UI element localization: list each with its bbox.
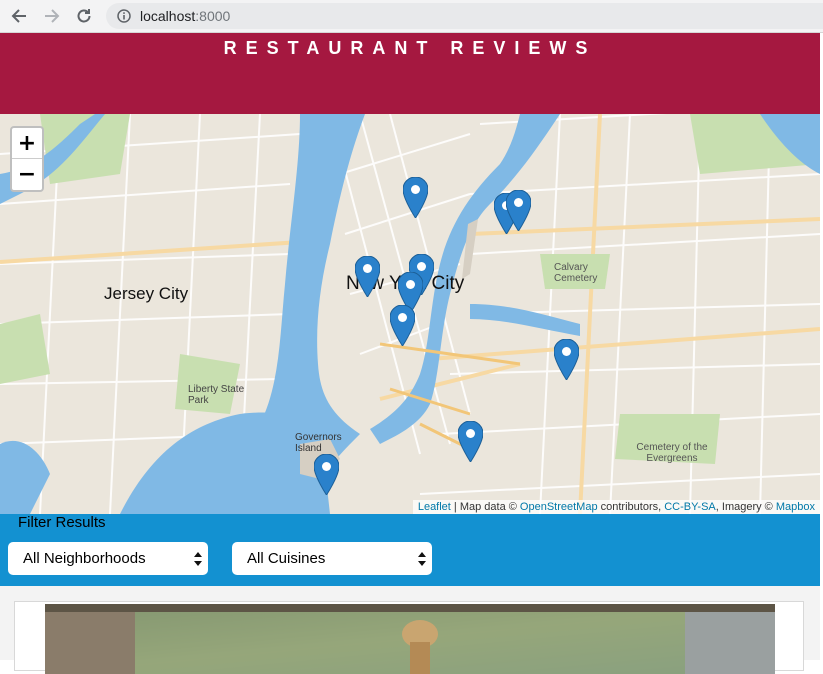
filter-panel: Filter Results All Neighborhoods All Cui…	[0, 514, 820, 586]
leaflet-link[interactable]: Leaflet	[418, 501, 451, 513]
map-container[interactable]: Jersey City New York City Calvary Cemete…	[0, 114, 820, 514]
label-evergreens: Cemetery of the Evergreens	[636, 442, 708, 464]
forward-arrow-icon[interactable]	[41, 5, 63, 27]
label-jersey-city: Jersey City	[104, 284, 189, 303]
map-marker[interactable]	[403, 177, 428, 218]
cuisines-select[interactable]: All Cuisines	[232, 542, 432, 575]
neighborhoods-select[interactable]: All Neighborhoods	[8, 542, 208, 575]
site-title[interactable]: RESTAURANT REVIEWS	[0, 38, 820, 59]
address-bar[interactable]: localhost:8000	[106, 3, 823, 29]
map-marker[interactable]	[355, 256, 380, 297]
map-marker[interactable]	[554, 339, 579, 380]
browser-toolbar: localhost:8000	[0, 0, 823, 33]
zoom-out-button[interactable]: −	[12, 159, 42, 189]
cc-by-sa-link[interactable]: CC-BY-SA	[664, 501, 716, 513]
reload-icon[interactable]	[73, 5, 95, 27]
mapbox-link[interactable]: Mapbox	[776, 501, 815, 513]
back-arrow-icon[interactable]	[8, 5, 30, 27]
select-arrows-icon	[418, 552, 426, 566]
map-marker[interactable]	[506, 190, 531, 231]
restaurant-card[interactable]	[14, 601, 804, 674]
label-governors-island: Governors Island	[295, 432, 342, 454]
site-header: RESTAURANT REVIEWS	[0, 33, 820, 114]
zoom-in-button[interactable]: +	[12, 128, 42, 159]
filter-title: Filter Results	[18, 514, 106, 531]
cuisines-select-value: All Cuisines	[247, 550, 326, 567]
restaurant-image	[45, 604, 775, 674]
label-calvary-cemetery: Calvary Cemetery	[554, 262, 598, 284]
neighborhoods-select-value: All Neighborhoods	[23, 550, 146, 567]
url-text: localhost:8000	[140, 8, 231, 24]
zoom-control: + −	[10, 126, 44, 192]
select-arrows-icon	[194, 552, 202, 566]
info-icon[interactable]	[117, 9, 131, 23]
openstreetmap-link[interactable]: OpenStreetMap	[520, 501, 598, 513]
map-marker[interactable]	[314, 454, 339, 495]
map-attribution: Leaflet | Map data © OpenStreetMap contr…	[412, 500, 820, 514]
restaurants-list	[0, 586, 820, 674]
label-liberty-state-park: Liberty State Park	[188, 384, 245, 406]
map-marker[interactable]	[390, 305, 415, 346]
map-marker[interactable]	[458, 421, 483, 462]
